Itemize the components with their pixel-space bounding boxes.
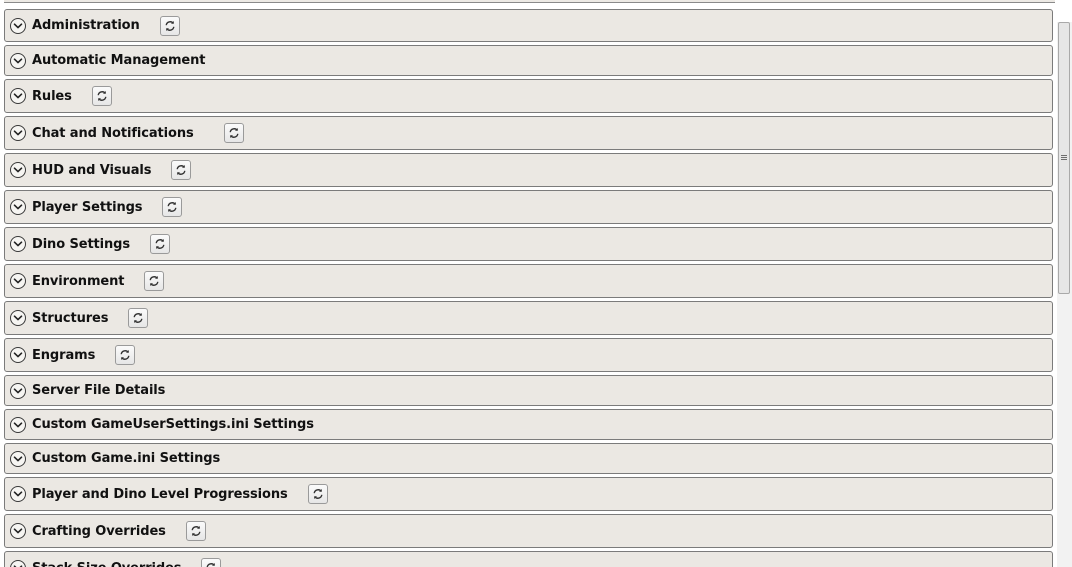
settings-expander-panel[interactable]: Player and Dino Level Progressions bbox=[4, 477, 1053, 511]
scrollbar-grip-line bbox=[1061, 159, 1067, 160]
panel-header-title[interactable]: Player and Dino Level Progressions bbox=[32, 487, 288, 502]
settings-expander-panel[interactable]: Chat and Notifications bbox=[4, 116, 1053, 150]
reset-section-button[interactable] bbox=[144, 271, 165, 291]
chevron-down-icon[interactable] bbox=[10, 52, 26, 69]
scrollbar-thumb[interactable] bbox=[1058, 22, 1070, 294]
vertical-scrollbar[interactable] bbox=[1057, 22, 1072, 567]
settings-expander-panel[interactable]: Player Settings bbox=[4, 190, 1053, 224]
settings-expander-panel[interactable]: Custom GameUserSettings.ini Settings bbox=[4, 409, 1053, 440]
refresh-icon bbox=[205, 562, 217, 567]
settings-expander-panel[interactable]: Environment bbox=[4, 264, 1053, 298]
chevron-down-icon[interactable] bbox=[10, 416, 26, 433]
refresh-icon bbox=[175, 164, 187, 176]
settings-expander-panel[interactable]: Dino Settings bbox=[4, 227, 1053, 261]
settings-expander-panel[interactable]: HUD and Visuals bbox=[4, 153, 1053, 187]
panel-header-title[interactable]: Automatic Management bbox=[32, 53, 205, 68]
chevron-down-icon[interactable] bbox=[10, 347, 26, 363]
panel-header-title[interactable]: Custom GameUserSettings.ini Settings bbox=[32, 417, 314, 432]
chevron-down-icon[interactable] bbox=[10, 199, 26, 215]
reset-section-button[interactable] bbox=[201, 558, 222, 567]
reset-section-button[interactable] bbox=[128, 308, 149, 328]
panel-header-title[interactable]: Engrams bbox=[32, 348, 95, 363]
settings-expander-panel[interactable]: Automatic Management bbox=[4, 45, 1053, 76]
chevron-down-icon[interactable] bbox=[10, 17, 26, 34]
panel-header-title[interactable]: Player Settings bbox=[32, 200, 143, 215]
settings-expander-panel[interactable]: Rules bbox=[4, 79, 1053, 113]
settings-expander-panel[interactable]: Custom Game.ini Settings bbox=[4, 443, 1053, 474]
panel-header-title[interactable]: Rules bbox=[32, 89, 72, 104]
chevron-down-icon[interactable] bbox=[10, 273, 26, 289]
refresh-icon bbox=[132, 312, 144, 324]
refresh-icon bbox=[228, 127, 240, 139]
chevron-down-icon[interactable] bbox=[10, 382, 26, 399]
reset-section-button[interactable] bbox=[223, 123, 244, 143]
chevron-down-icon[interactable] bbox=[10, 125, 26, 141]
chevron-down-icon[interactable] bbox=[10, 560, 26, 567]
chevron-down-icon[interactable] bbox=[10, 88, 26, 104]
chevron-down-icon[interactable] bbox=[10, 162, 26, 178]
chevron-down-icon[interactable] bbox=[10, 486, 26, 502]
settings-expander-panel[interactable]: Structures bbox=[4, 301, 1053, 335]
panel-header-title[interactable]: Custom Game.ini Settings bbox=[32, 451, 220, 466]
chevron-down-icon[interactable] bbox=[10, 310, 26, 326]
settings-expander-panel[interactable]: Engrams bbox=[4, 338, 1053, 372]
reset-section-button[interactable] bbox=[185, 521, 206, 541]
reset-section-button[interactable] bbox=[91, 86, 112, 106]
settings-expander-panel[interactable]: Server File Details bbox=[4, 375, 1053, 406]
reset-section-button[interactable] bbox=[162, 197, 183, 217]
panel-header-title[interactable]: Stack Size Overrides bbox=[32, 561, 182, 567]
refresh-icon bbox=[164, 20, 176, 32]
panel-header-title[interactable]: Server File Details bbox=[32, 383, 165, 398]
previous-panel-edge bbox=[4, 0, 1055, 3]
panel-header-title[interactable]: Structures bbox=[32, 311, 108, 326]
refresh-icon bbox=[96, 90, 108, 102]
refresh-icon bbox=[119, 349, 131, 361]
reset-section-button[interactable] bbox=[307, 484, 328, 504]
panel-header-title[interactable]: Dino Settings bbox=[32, 237, 130, 252]
scrollbar-grip-line bbox=[1061, 157, 1067, 158]
panel-header-title[interactable]: Environment bbox=[32, 274, 125, 289]
refresh-icon bbox=[154, 238, 166, 250]
scrollbar-grip-line bbox=[1061, 155, 1067, 156]
reset-section-button[interactable] bbox=[159, 15, 180, 36]
reset-section-button[interactable] bbox=[115, 345, 136, 365]
refresh-icon bbox=[312, 488, 324, 500]
panel-header-title[interactable]: HUD and Visuals bbox=[32, 163, 151, 178]
settings-expander-panel[interactable]: Crafting Overrides bbox=[4, 514, 1053, 548]
panel-header-title[interactable]: Administration bbox=[32, 18, 140, 33]
settings-expander-panel[interactable]: Administration bbox=[4, 9, 1053, 42]
chevron-down-icon[interactable] bbox=[10, 450, 26, 467]
refresh-icon bbox=[166, 201, 178, 213]
refresh-icon bbox=[148, 275, 160, 287]
chevron-down-icon[interactable] bbox=[10, 523, 26, 539]
settings-panel-viewport: Administration Automatic Management Rules C… bbox=[0, 0, 1072, 567]
refresh-icon bbox=[190, 525, 202, 537]
panel-header-title[interactable]: Crafting Overrides bbox=[32, 524, 166, 539]
settings-expander-panel[interactable]: Stack Size Overrides bbox=[4, 551, 1053, 567]
chevron-down-icon[interactable] bbox=[10, 236, 26, 252]
reset-section-button[interactable] bbox=[171, 160, 192, 180]
panel-header-title[interactable]: Chat and Notifications bbox=[32, 126, 194, 141]
reset-section-button[interactable] bbox=[150, 234, 171, 254]
